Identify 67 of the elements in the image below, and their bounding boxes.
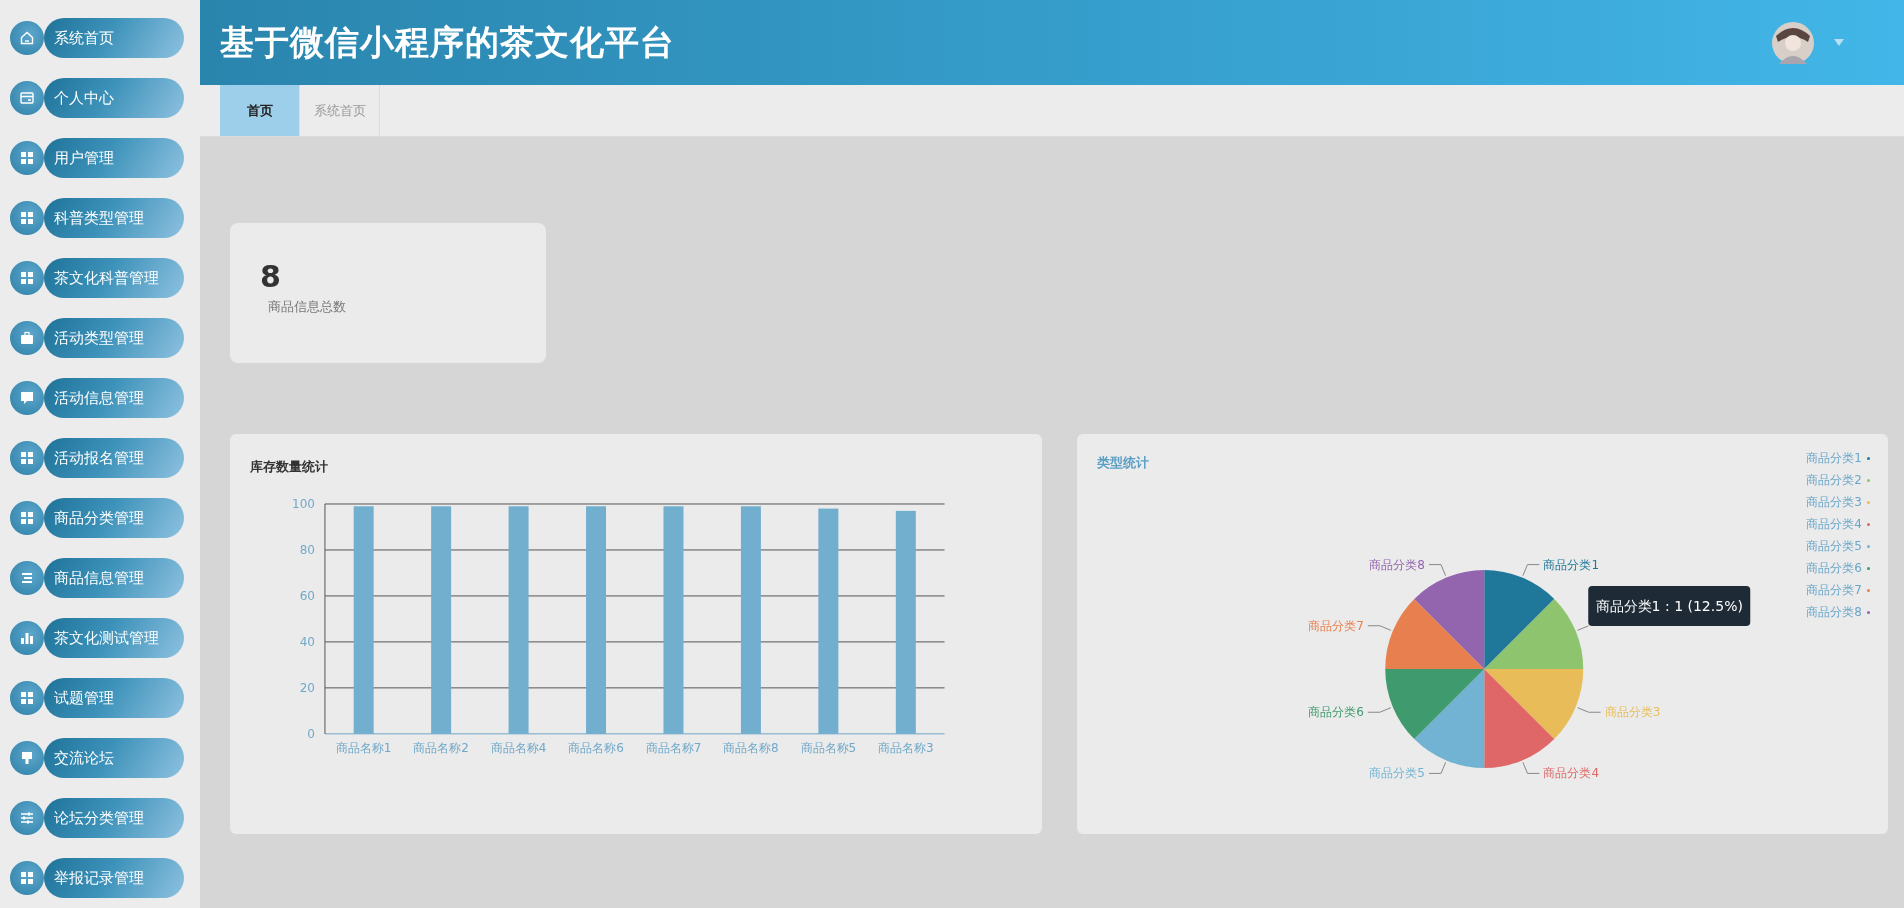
grid-icon [10, 201, 44, 235]
avatar[interactable] [1772, 21, 1814, 64]
sidebar-item[interactable]: 活动类型管理 [44, 318, 184, 358]
tab[interactable]: 首页 [220, 85, 300, 136]
axis-category-label: 商品名称6 [568, 740, 624, 755]
legend-item[interactable]: 商品分类1 [1806, 450, 1870, 467]
sidebar-item[interactable]: 活动信息管理 [44, 378, 184, 418]
axis-category-label: 商品名称2 [413, 740, 469, 755]
axis-category-label: 商品名称5 [800, 740, 857, 755]
slice-label: 商品分类6 [1307, 705, 1364, 720]
axis-category-label: 商品名称4 [490, 740, 547, 755]
brush-icon [10, 741, 44, 775]
stat-value: 8 [260, 259, 281, 294]
sidebar-item[interactable]: 用户管理 [44, 138, 184, 178]
app-title: 基于微信小程序的茶文化平台 [220, 20, 675, 64]
sidebar-item[interactable]: 商品分类管理 [44, 498, 184, 538]
axis-tick-label: 60 [299, 588, 315, 603]
grid-icon [10, 501, 44, 535]
chart-tooltip: 商品分类1 : 1 (12.5%) [1587, 586, 1750, 626]
axis-tick-label: 100 [292, 497, 315, 511]
axis-tick-label: 0 [307, 726, 315, 741]
sidebar-item[interactable]: 个人中心 [44, 78, 184, 118]
legend-item[interactable]: 商品分类5 [1806, 538, 1870, 555]
legend-item[interactable]: 商品分类6 [1806, 560, 1870, 577]
slice-label: 商品分类3 [1604, 705, 1660, 720]
axis-category-label: 商品名称8 [723, 740, 779, 755]
sliders-icon [10, 801, 44, 835]
list-icon [10, 561, 44, 595]
grid-icon [10, 681, 44, 715]
axis-tick-label: 80 [299, 542, 315, 557]
axis-category-label: 商品名称3 [878, 740, 934, 755]
sidebar-item[interactable]: 茶文化测试管理 [44, 618, 184, 658]
sidebar-item[interactable]: 活动报名管理 [44, 438, 184, 478]
chat-icon [10, 381, 44, 415]
axis-tick-label: 40 [299, 634, 315, 649]
slice-label: 商品分类1 [1543, 557, 1599, 572]
home-icon [10, 21, 44, 55]
sidebar-item[interactable]: 商品信息管理 [44, 558, 184, 598]
legend-item[interactable]: 商品分类4 [1806, 516, 1870, 533]
axis-category-label: 商品名称1 [335, 740, 392, 755]
briefcase-icon [10, 321, 44, 355]
stat-label: 商品信息总数 [268, 298, 346, 316]
legend-item[interactable]: 商品分类8 [1806, 604, 1870, 621]
bar-chart-icon [10, 621, 44, 655]
grid-icon [10, 441, 44, 475]
axis-tick-label: 20 [299, 680, 315, 695]
slice-label: 商品分类7 [1307, 618, 1364, 633]
sidebar-item[interactable]: 茶文化科普管理 [44, 258, 184, 298]
sidebar-item[interactable]: 科普类型管理 [44, 198, 184, 238]
grid-icon [10, 141, 44, 175]
chart-title: 库存数量统计 [249, 458, 329, 476]
sidebar-item[interactable]: 系统首页 [44, 18, 184, 58]
slice-label: 商品分类4 [1543, 766, 1599, 781]
chart-title: 类型统计 [1095, 454, 1149, 472]
card-icon [10, 81, 44, 115]
legend-item[interactable]: 商品分类7 [1806, 582, 1870, 599]
slice-label: 商品分类8 [1368, 557, 1425, 572]
sidebar-item[interactable]: 论坛分类管理 [44, 798, 184, 838]
grid-icon [10, 261, 44, 295]
sidebar-item[interactable]: 试题管理 [44, 678, 184, 718]
grid-icon [10, 861, 44, 895]
sidebar-item[interactable]: 交流论坛 [44, 738, 184, 778]
axis-category-label: 商品名称7 [645, 740, 702, 755]
legend-item[interactable]: 商品分类2 [1806, 472, 1870, 489]
legend-item[interactable]: 商品分类3 [1806, 494, 1870, 511]
sidebar-item[interactable]: 举报记录管理 [44, 858, 184, 898]
slice-label: 商品分类5 [1368, 766, 1425, 781]
